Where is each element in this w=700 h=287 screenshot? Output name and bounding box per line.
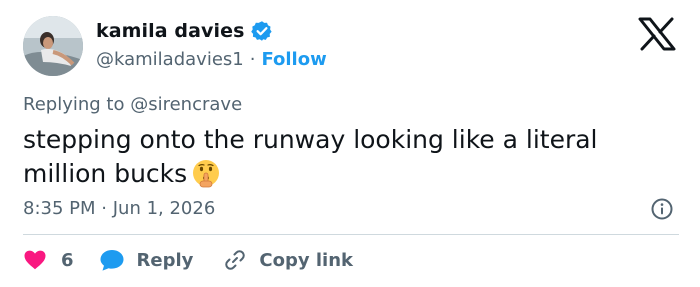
link-icon	[225, 250, 246, 270]
tweet-time: 8:35 PM	[23, 198, 96, 219]
reply-label: Reply	[136, 249, 194, 271]
author-display-name[interactable]: kamila davies	[96, 20, 245, 42]
like-count: 6	[61, 249, 74, 271]
tweet-timestamp[interactable]: 8:35 PM · Jun 1, 2026	[23, 198, 215, 219]
tweet-date: Jun 1, 2026	[112, 198, 216, 219]
info-icon[interactable]	[650, 197, 674, 221]
author-name-row: kamila davies	[96, 20, 273, 42]
shushing-face-emoji-icon	[191, 158, 221, 188]
tweet-actions: 6 Reply Copy link	[23, 246, 353, 274]
copy-link-button[interactable]: Copy link	[223, 248, 353, 272]
like-button[interactable]: 6	[23, 248, 74, 272]
divider	[23, 234, 679, 235]
author-handle[interactable]: @kamiladavies1	[96, 49, 244, 70]
follow-button[interactable]: Follow	[261, 49, 326, 70]
author-handle-row: @kamiladavies1 · Follow	[96, 49, 327, 70]
reply-button[interactable]: Reply	[99, 248, 194, 272]
timestamp-separator: ·	[101, 198, 107, 219]
verified-badge-icon	[250, 20, 273, 42]
copy-link-label: Copy link	[259, 249, 353, 271]
x-logo-icon[interactable]	[637, 17, 677, 51]
tweet-body: stepping onto the runway looking like a …	[23, 123, 663, 191]
replying-to: Replying to @sirencrave	[23, 94, 242, 115]
tweet-text: stepping onto the runway looking like a …	[23, 125, 598, 188]
profile-photo	[23, 16, 83, 76]
replying-to-prefix: Replying to	[23, 94, 125, 115]
reply-bubble-icon	[100, 250, 124, 271]
heart-icon	[24, 250, 46, 270]
avatar[interactable]	[23, 16, 83, 76]
separator-dot: ·	[249, 49, 256, 70]
reply-mention-link[interactable]: @sirencrave	[130, 94, 242, 115]
